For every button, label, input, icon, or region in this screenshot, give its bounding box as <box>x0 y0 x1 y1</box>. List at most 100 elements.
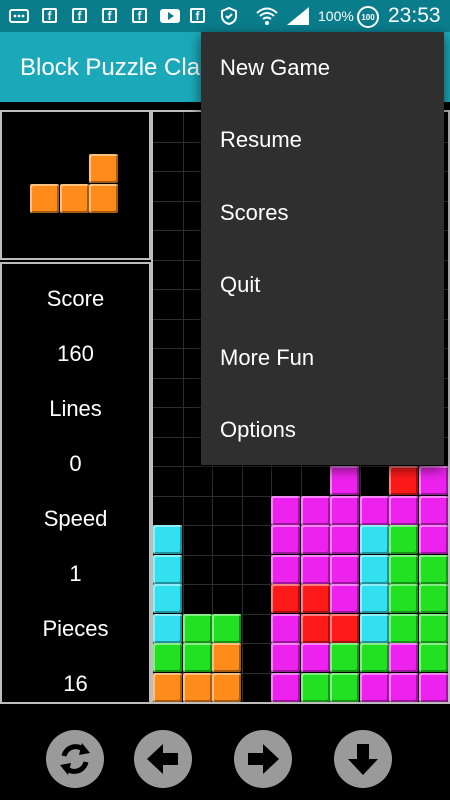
board-block <box>271 554 300 584</box>
speed-value: 1 <box>69 561 82 586</box>
board-block <box>330 613 359 643</box>
rotate-button[interactable] <box>46 730 104 788</box>
wifi-icon <box>256 5 278 27</box>
board-block <box>300 525 330 554</box>
board-block <box>418 584 448 613</box>
board-block <box>359 525 389 554</box>
board-block <box>271 643 300 672</box>
move-left-button[interactable] <box>134 730 192 788</box>
next-piece-block <box>59 183 89 213</box>
board-block <box>330 643 359 672</box>
shield-icon <box>220 7 238 25</box>
board-block <box>389 554 418 584</box>
board-block <box>359 672 389 702</box>
menu-item-options[interactable]: Options <box>201 394 444 466</box>
board-block <box>330 672 359 702</box>
board-block <box>182 613 212 643</box>
arrow-down-icon <box>348 744 378 775</box>
battery-icon: 100 <box>357 6 379 28</box>
board-block <box>212 613 241 643</box>
arrow-right-icon <box>248 744 279 774</box>
next-piece-block <box>89 154 118 183</box>
facebook-icon: f <box>190 8 205 23</box>
board-block <box>300 613 330 643</box>
drop-button[interactable] <box>334 730 392 788</box>
board-block <box>212 672 241 702</box>
youtube-icon <box>160 8 180 24</box>
clock: 23:53 <box>388 4 441 27</box>
board-block <box>418 643 448 672</box>
board-block <box>271 613 300 643</box>
board-block <box>153 554 182 584</box>
board-block <box>300 554 330 584</box>
arrow-left-icon <box>147 744 178 774</box>
board-block <box>330 584 359 613</box>
overflow-menu: New Game Resume Scores Quit More Fun Opt… <box>201 32 444 465</box>
board-block <box>389 672 418 702</box>
score-value: 160 <box>57 341 94 366</box>
battery-percent: 100% <box>318 8 354 24</box>
facebook-icon: f <box>72 8 87 23</box>
lines-label: Lines <box>49 396 102 421</box>
app-title: Block Puzzle Classic <box>20 54 202 81</box>
menu-item-more-fun[interactable]: More Fun <box>201 322 444 394</box>
board-block <box>300 672 330 702</box>
next-piece-block <box>30 183 59 213</box>
speed-label: Speed <box>43 506 108 531</box>
board-block <box>359 554 389 584</box>
facebook-icon: f <box>102 8 117 23</box>
rotate-icon <box>60 743 90 775</box>
lines-value: 0 <box>69 451 82 476</box>
score-label: Score <box>46 286 105 311</box>
board-block <box>330 554 359 584</box>
board-block <box>418 525 448 554</box>
board-block <box>182 672 212 702</box>
board-block <box>359 584 389 613</box>
board-block <box>330 495 359 525</box>
board-block <box>389 584 418 613</box>
board-block <box>212 643 241 672</box>
board-block <box>418 613 448 643</box>
board-block <box>418 495 448 525</box>
board-block <box>330 466 359 495</box>
board-block <box>389 495 418 525</box>
menu-item-scores[interactable]: Scores <box>201 177 444 249</box>
board-block <box>389 643 418 672</box>
board-block <box>153 584 182 613</box>
signal-icon <box>287 7 309 25</box>
board-block <box>271 495 300 525</box>
board-block <box>153 525 182 554</box>
board-block <box>389 613 418 643</box>
board-block <box>330 525 359 554</box>
board-block <box>389 525 418 554</box>
move-right-button[interactable] <box>234 730 292 788</box>
status-bar: f f f f f 100% 100 23:53 <box>0 0 450 32</box>
menu-item-new-game[interactable]: New Game <box>201 32 444 104</box>
next-piece-panel <box>0 110 151 260</box>
stats-panel: Score 160 Lines 0 Speed 1 Pieces 16 <box>0 262 151 704</box>
board-block <box>271 525 300 554</box>
board-block <box>418 554 448 584</box>
menu-item-resume[interactable]: Resume <box>201 104 444 176</box>
board-block <box>418 466 448 495</box>
board-block <box>182 643 212 672</box>
board-block <box>300 495 330 525</box>
pieces-label: Pieces <box>42 616 109 641</box>
facebook-icon: f <box>132 8 147 23</box>
board-block <box>389 466 418 495</box>
messages-icon <box>8 8 30 24</box>
next-piece-block <box>89 183 118 213</box>
pieces-value: 16 <box>63 671 88 696</box>
board-block <box>153 613 182 643</box>
board-block <box>153 643 182 672</box>
board-block <box>271 672 300 702</box>
board-block <box>271 584 300 613</box>
board-block <box>300 584 330 613</box>
board-block <box>359 643 389 672</box>
facebook-icon: f <box>42 8 57 23</box>
board-block <box>359 495 389 525</box>
controls-bar <box>0 704 450 800</box>
board-block <box>418 672 448 702</box>
menu-item-quit[interactable]: Quit <box>201 249 444 321</box>
board-block <box>153 672 182 702</box>
